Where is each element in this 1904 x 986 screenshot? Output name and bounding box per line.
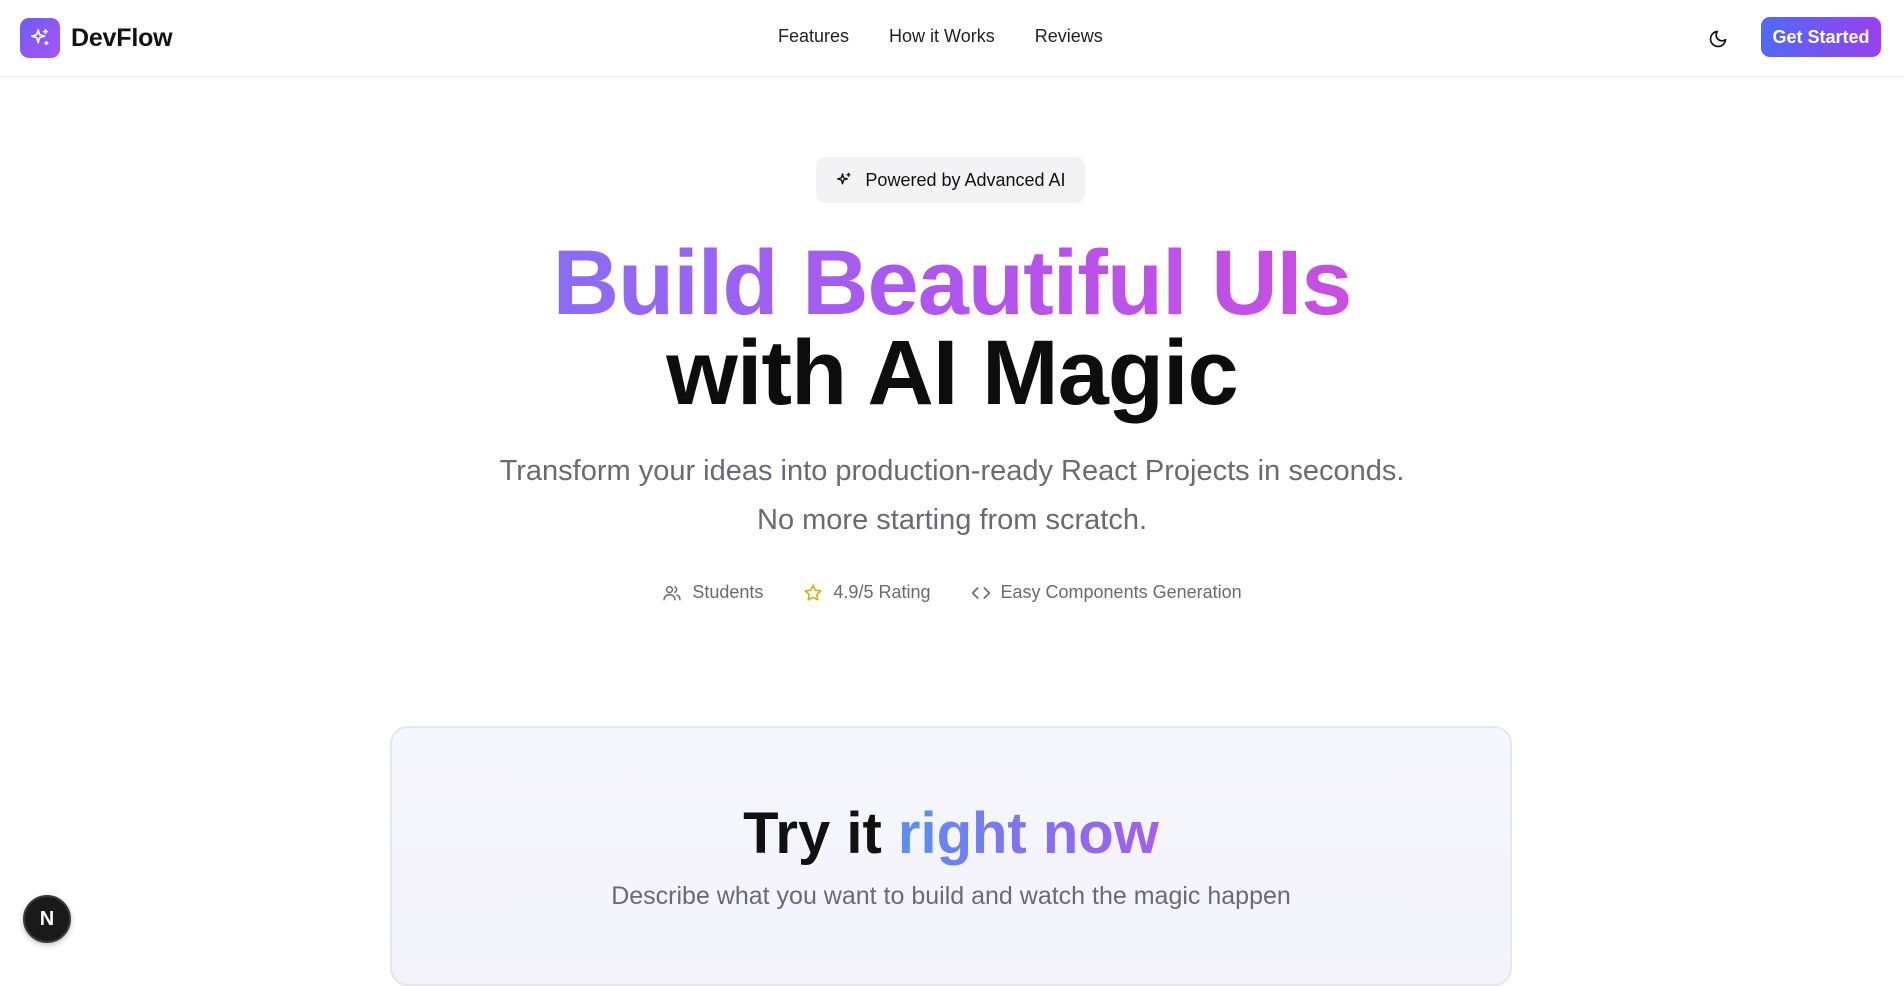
badge-label: Powered by Advanced AI xyxy=(865,169,1066,190)
main-nav: Features How it Works Reviews xyxy=(778,26,1103,47)
stat-students: Students xyxy=(662,582,763,603)
sparkles-logo-icon xyxy=(20,18,60,58)
theme-toggle-button[interactable] xyxy=(1703,24,1733,54)
try-it-title: Try it right now xyxy=(392,800,1510,867)
headline-plain-line: with AI Magic xyxy=(666,322,1238,424)
code-icon xyxy=(971,586,990,599)
try-it-title-gradient: right now xyxy=(897,801,1159,866)
top-navbar: DevFlow Features How it Works Reviews Ge… xyxy=(0,0,1904,77)
subtitle-line-1: Transform your ideas into production-rea… xyxy=(499,455,1405,487)
get-started-button[interactable]: Get Started xyxy=(1761,17,1881,57)
nav-link-features[interactable]: Features xyxy=(778,26,849,47)
hero-headline: Build Beautiful UIs with AI Magic xyxy=(0,237,1904,419)
hero-subtitle: Transform your ideas into production-rea… xyxy=(0,447,1904,545)
try-it-subtitle: Describe what you want to build and watc… xyxy=(611,882,1291,910)
stat-components-label: Easy Components Generation xyxy=(1000,582,1242,602)
nav-link-how-it-works[interactable]: How it Works xyxy=(889,26,995,47)
users-icon xyxy=(663,585,682,600)
stat-rating: 4.9/5 Rating xyxy=(803,582,931,603)
nextjs-dev-badge[interactable]: N xyxy=(23,895,71,943)
brand-name: DevFlow xyxy=(71,23,173,52)
stat-components: Easy Components Generation xyxy=(971,582,1242,603)
nav-link-reviews[interactable]: Reviews xyxy=(1035,26,1103,47)
hero-stats: Students 4.9/5 Rating Easy Components Ge… xyxy=(0,582,1904,603)
try-it-card: Try it right now Describe what you want … xyxy=(390,726,1512,986)
stat-rating-label: 4.9/5 Rating xyxy=(833,582,931,602)
sparkles-icon xyxy=(837,172,852,185)
powered-by-badge: Powered by Advanced AI xyxy=(816,157,1085,203)
try-it-title-plain: Try it xyxy=(743,801,882,866)
brand-logo[interactable]: DevFlow xyxy=(20,18,173,58)
star-icon xyxy=(805,584,822,601)
moon-icon xyxy=(1709,30,1727,48)
subtitle-line-2: No more starting from scratch. xyxy=(757,504,1147,536)
nextjs-logo-icon: N xyxy=(39,907,55,930)
headline-gradient-line: Build Beautiful UIs xyxy=(552,232,1353,334)
stat-students-label: Students xyxy=(692,582,764,602)
